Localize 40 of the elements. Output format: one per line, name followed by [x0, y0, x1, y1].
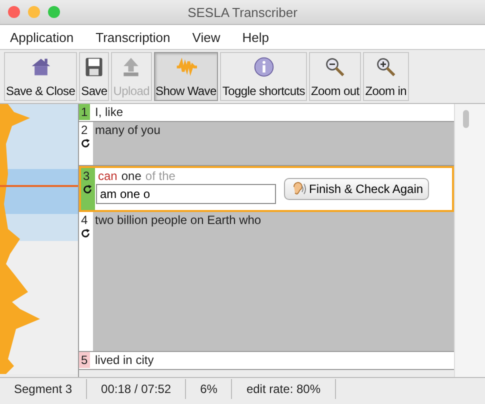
segment-number: 1 [79, 104, 90, 120]
zoom-button[interactable] [48, 6, 60, 18]
hypothesis-word: one [121, 168, 142, 184]
window-title: SESLA Transcriber [188, 4, 298, 20]
replay-icon[interactable] [82, 184, 93, 195]
menu-item[interactable]: Application [8, 30, 76, 44]
toolbar-button[interactable]: Toggle shortcuts [220, 52, 307, 101]
toolbar-button[interactable]: Zoom in [363, 52, 409, 101]
zoom-out-icon [324, 56, 346, 78]
menu-item[interactable]: Help [240, 30, 271, 44]
toolbar-button[interactable]: Save & Close [4, 52, 78, 101]
status-text: 6% [186, 379, 232, 399]
waveform-icon [174, 56, 197, 78]
replay-icon[interactable] [80, 138, 91, 149]
status-text: Segment 3 [0, 379, 88, 399]
segment-text[interactable]: I, like [93, 104, 124, 121]
toolbar-button[interactable]: Show Wave [154, 52, 218, 101]
segment-text[interactable]: lived in city [93, 352, 154, 369]
segment-text[interactable]: two billion people on Earth who [93, 212, 262, 351]
finish-button[interactable]: Finish & Check Again [284, 178, 430, 200]
status-text: 00:18 / 07:52 [87, 379, 186, 399]
house-icon [30, 56, 52, 78]
menu-item[interactable]: View [190, 30, 222, 44]
replay-icon[interactable] [80, 228, 91, 239]
hypothesis-word: of the [145, 168, 176, 184]
menu-item[interactable]: Transcription [94, 30, 172, 44]
hypothesis-word: can [98, 168, 118, 184]
input-field[interactable]: am one o [96, 184, 276, 204]
segment-text[interactable]: many of you [93, 122, 160, 165]
zoom-in-icon [374, 56, 397, 78]
toolbar-button[interactable]: Zoom out [308, 52, 362, 101]
status-text: edit rate: 80% [232, 379, 336, 399]
segment-number: 5 [79, 352, 90, 368]
segment-number: 2 [80, 122, 89, 138]
toolbar-button[interactable]: Save [79, 52, 110, 101]
minimize-button[interactable] [28, 6, 40, 18]
close-button[interactable] [8, 6, 20, 18]
scrollbar[interactable] [454, 104, 485, 377]
segment-number: 4 [80, 212, 89, 228]
info-icon [252, 56, 275, 78]
